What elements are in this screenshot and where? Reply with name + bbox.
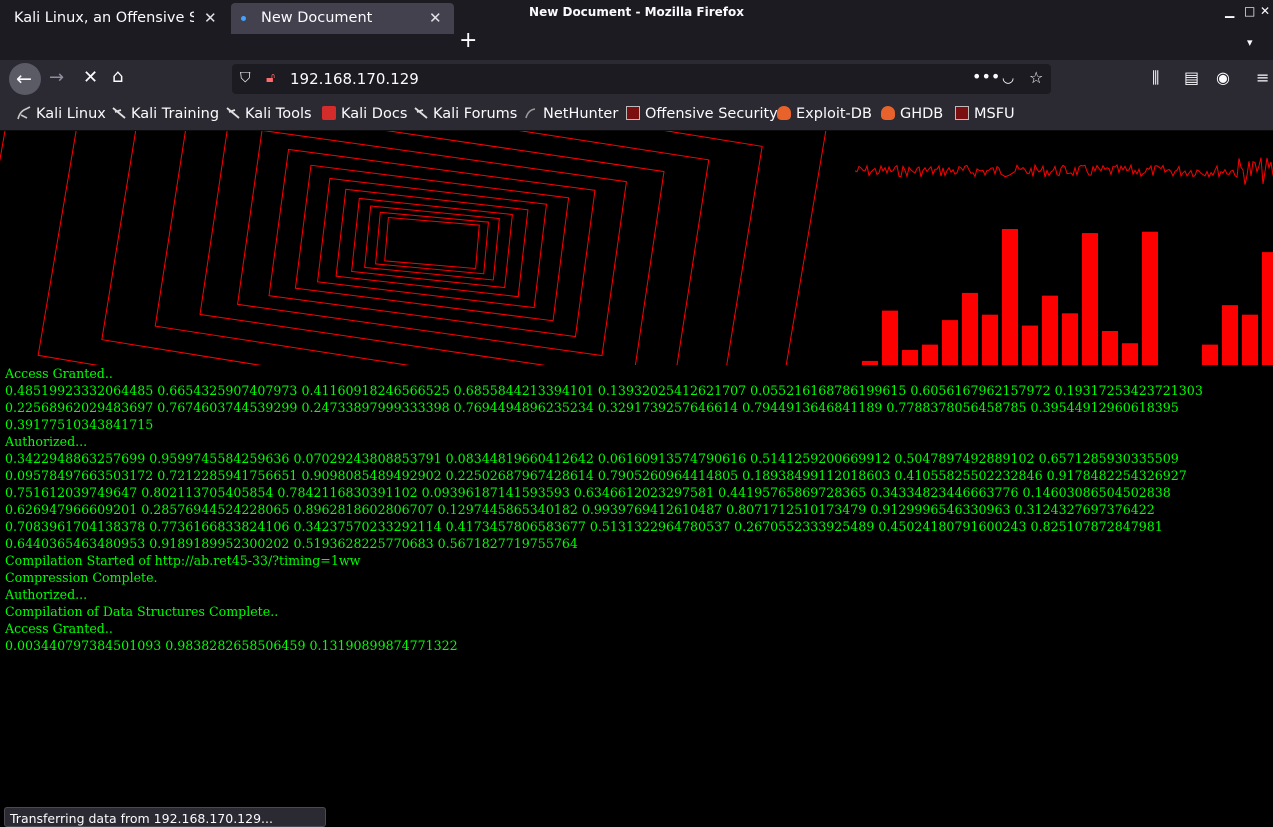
terminal-line: 0.751612039749647 0.802113705405854 0.78… bbox=[5, 485, 1171, 500]
visualizer-bar bbox=[942, 320, 958, 365]
bookmarks-toolbar: Kali Linux Kali Training Kali Tools Kali… bbox=[0, 98, 1273, 131]
bookmark-offensive-security[interactable]: Offensive Security bbox=[626, 106, 778, 122]
terminal-line: 0.39177510343841715 bbox=[5, 417, 154, 432]
terminal-line: Access Granted.. bbox=[5, 621, 113, 636]
back-button[interactable]: ← bbox=[9, 63, 41, 95]
tab-new-document[interactable]: New Document ✕ bbox=[231, 3, 454, 34]
visualizer-bar bbox=[1122, 343, 1138, 365]
bookmark-msfu[interactable]: MSFU bbox=[955, 106, 1015, 122]
minimize-icon[interactable]: ▁ bbox=[1225, 4, 1234, 18]
bookmark-kali-training[interactable]: Kali Training bbox=[112, 106, 219, 122]
exploitdb-icon bbox=[881, 106, 895, 120]
terminal-line: Authorized... bbox=[5, 587, 88, 602]
visualizer-bar bbox=[1102, 331, 1118, 365]
visualizer-bar bbox=[1142, 231, 1158, 365]
exploitdb-icon bbox=[777, 106, 791, 120]
tab-kali-linux[interactable]: Kali Linux, an Offensive Secu ✕ bbox=[0, 3, 228, 34]
terminal-line: 0.48519923332064485 0.6654325907407973 0… bbox=[5, 383, 1203, 398]
kali-dragon-icon bbox=[17, 106, 31, 120]
tunnel-square bbox=[236, 131, 628, 357]
kali-dragon-icon bbox=[226, 106, 240, 120]
terminal-line: 0.3422948863257699 0.9599745584259636 0.… bbox=[5, 451, 1179, 466]
account-icon[interactable]: ◉ bbox=[1216, 68, 1230, 87]
bookmark-kali-tools[interactable]: Kali Tools bbox=[226, 106, 312, 122]
terminal-line: 0.003440797384501093 0.9838282658506459 … bbox=[5, 638, 458, 653]
nethunter-icon bbox=[524, 106, 538, 120]
terminal-line: Compression Complete. bbox=[5, 570, 158, 585]
visualizer-bar bbox=[1202, 344, 1218, 365]
bookmark-ghdb[interactable]: GHDB bbox=[881, 106, 943, 122]
visualizer-bar bbox=[902, 350, 918, 365]
bookmark-exploit-db[interactable]: Exploit-DB bbox=[777, 106, 872, 122]
visualizer-bar bbox=[1022, 325, 1038, 365]
visualizer-bar bbox=[1042, 295, 1058, 365]
visualizer-bar bbox=[982, 314, 998, 365]
visualizer-bar bbox=[922, 344, 938, 365]
kali-dragon-icon bbox=[112, 106, 126, 120]
tunnel-square bbox=[316, 177, 548, 309]
visualizer-bar bbox=[1262, 252, 1273, 365]
sidebar-icon[interactable]: ▤ bbox=[1184, 68, 1199, 87]
list-all-tabs-icon[interactable]: ▾ bbox=[1247, 36, 1253, 49]
pocket-icon[interactable]: ◡ bbox=[1002, 70, 1014, 86]
back-arrow-icon: ← bbox=[16, 68, 32, 90]
close-tab-icon[interactable]: ✕ bbox=[204, 9, 217, 27]
visualizer-bar bbox=[1222, 305, 1238, 365]
tunnel-square bbox=[335, 188, 529, 298]
terminal-line: Authorized... bbox=[5, 434, 88, 449]
url-text[interactable]: 192.168.170.129 bbox=[290, 70, 419, 88]
bookmark-kali-linux[interactable]: Kali Linux bbox=[17, 106, 106, 122]
terminal-line: 0.6440365463480953 0.9189189952300202 0.… bbox=[5, 536, 578, 551]
tunnel-square bbox=[294, 164, 570, 322]
tracking-protection-icon[interactable]: ⛉ bbox=[240, 70, 251, 86]
tab-label: New Document bbox=[261, 10, 373, 26]
tunnel-square bbox=[384, 216, 480, 270]
bookmark-kali-docs[interactable]: Kali Docs bbox=[322, 106, 407, 122]
page-content: Access Granted.. 0.48519923332064485 0.66… bbox=[0, 131, 1273, 821]
terminal-output: Access Granted.. 0.48519923332064485 0.66… bbox=[5, 365, 1203, 654]
tunnel-square bbox=[101, 131, 763, 365]
bookmark-kali-forums[interactable]: Kali Forums bbox=[414, 106, 517, 122]
home-icon[interactable]: ⌂ bbox=[112, 68, 123, 86]
close-window-icon[interactable]: ✕ bbox=[1260, 4, 1270, 18]
tunnel-square bbox=[199, 131, 665, 365]
visualizer-bar bbox=[1242, 314, 1258, 365]
visualizer-bar bbox=[1062, 313, 1078, 365]
insecure-connection-icon[interactable]: 🔓︎ bbox=[266, 70, 275, 86]
visualizer-bar bbox=[1002, 229, 1018, 365]
waveform-line bbox=[855, 157, 1273, 185]
rotating-squares-canvas bbox=[0, 131, 840, 365]
new-tab-icon[interactable]: + bbox=[459, 30, 477, 52]
stop-loading-button[interactable]: ✕ bbox=[83, 69, 98, 87]
terminal-line: Access Granted.. bbox=[5, 366, 113, 381]
visualizer-bar bbox=[882, 310, 898, 365]
status-bar: Transferring data from 192.168.170.129..… bbox=[4, 807, 326, 827]
kali-docs-icon bbox=[322, 106, 336, 120]
tab-label: Kali Linux, an Offensive Secu bbox=[14, 10, 194, 26]
bookmark-star-icon[interactable]: ☆ bbox=[1029, 68, 1043, 87]
maximize-icon[interactable]: □ bbox=[1244, 4, 1255, 18]
close-tab-icon[interactable]: ✕ bbox=[429, 9, 442, 27]
page-actions-icon[interactable]: ••• bbox=[972, 67, 1000, 86]
bar-visualizer-canvas bbox=[862, 229, 1273, 365]
terminal-line: 0.626947966609201 0.28576944524228065 0.… bbox=[5, 502, 1155, 517]
url-bar[interactable]: ⛉ 🔓︎ 192.168.170.129 ••• ◡ ☆ bbox=[232, 64, 1051, 94]
forward-button[interactable]: → bbox=[49, 69, 64, 87]
tunnel-square bbox=[268, 148, 596, 338]
terminal-line: 0.09578497663503172 0.7212285941756651 0… bbox=[5, 468, 1187, 483]
loading-indicator-icon bbox=[241, 16, 246, 21]
library-icon[interactable]: ⫼ bbox=[1152, 68, 1159, 88]
waveform-canvas bbox=[855, 157, 1273, 185]
terminal-line: Compilation Started of http://ab.ret45-3… bbox=[5, 553, 361, 568]
terminal-line: 0.22568962029483697 0.7674603744539299 0… bbox=[5, 400, 1179, 415]
offsec-icon bbox=[955, 106, 969, 120]
visualizer-bar bbox=[1082, 233, 1098, 365]
bookmark-nethunter[interactable]: NetHunter bbox=[524, 106, 618, 122]
terminal-line: Compilation of Data Structures Complete.… bbox=[5, 604, 279, 619]
offsec-icon bbox=[626, 106, 640, 120]
menu-icon[interactable]: ≡ bbox=[1256, 68, 1269, 87]
visualizer-bar bbox=[962, 292, 978, 365]
terminal-line: 0.7083961704138378 0.7736166833824106 0.… bbox=[5, 519, 1163, 534]
kali-dragon-icon bbox=[414, 106, 428, 120]
